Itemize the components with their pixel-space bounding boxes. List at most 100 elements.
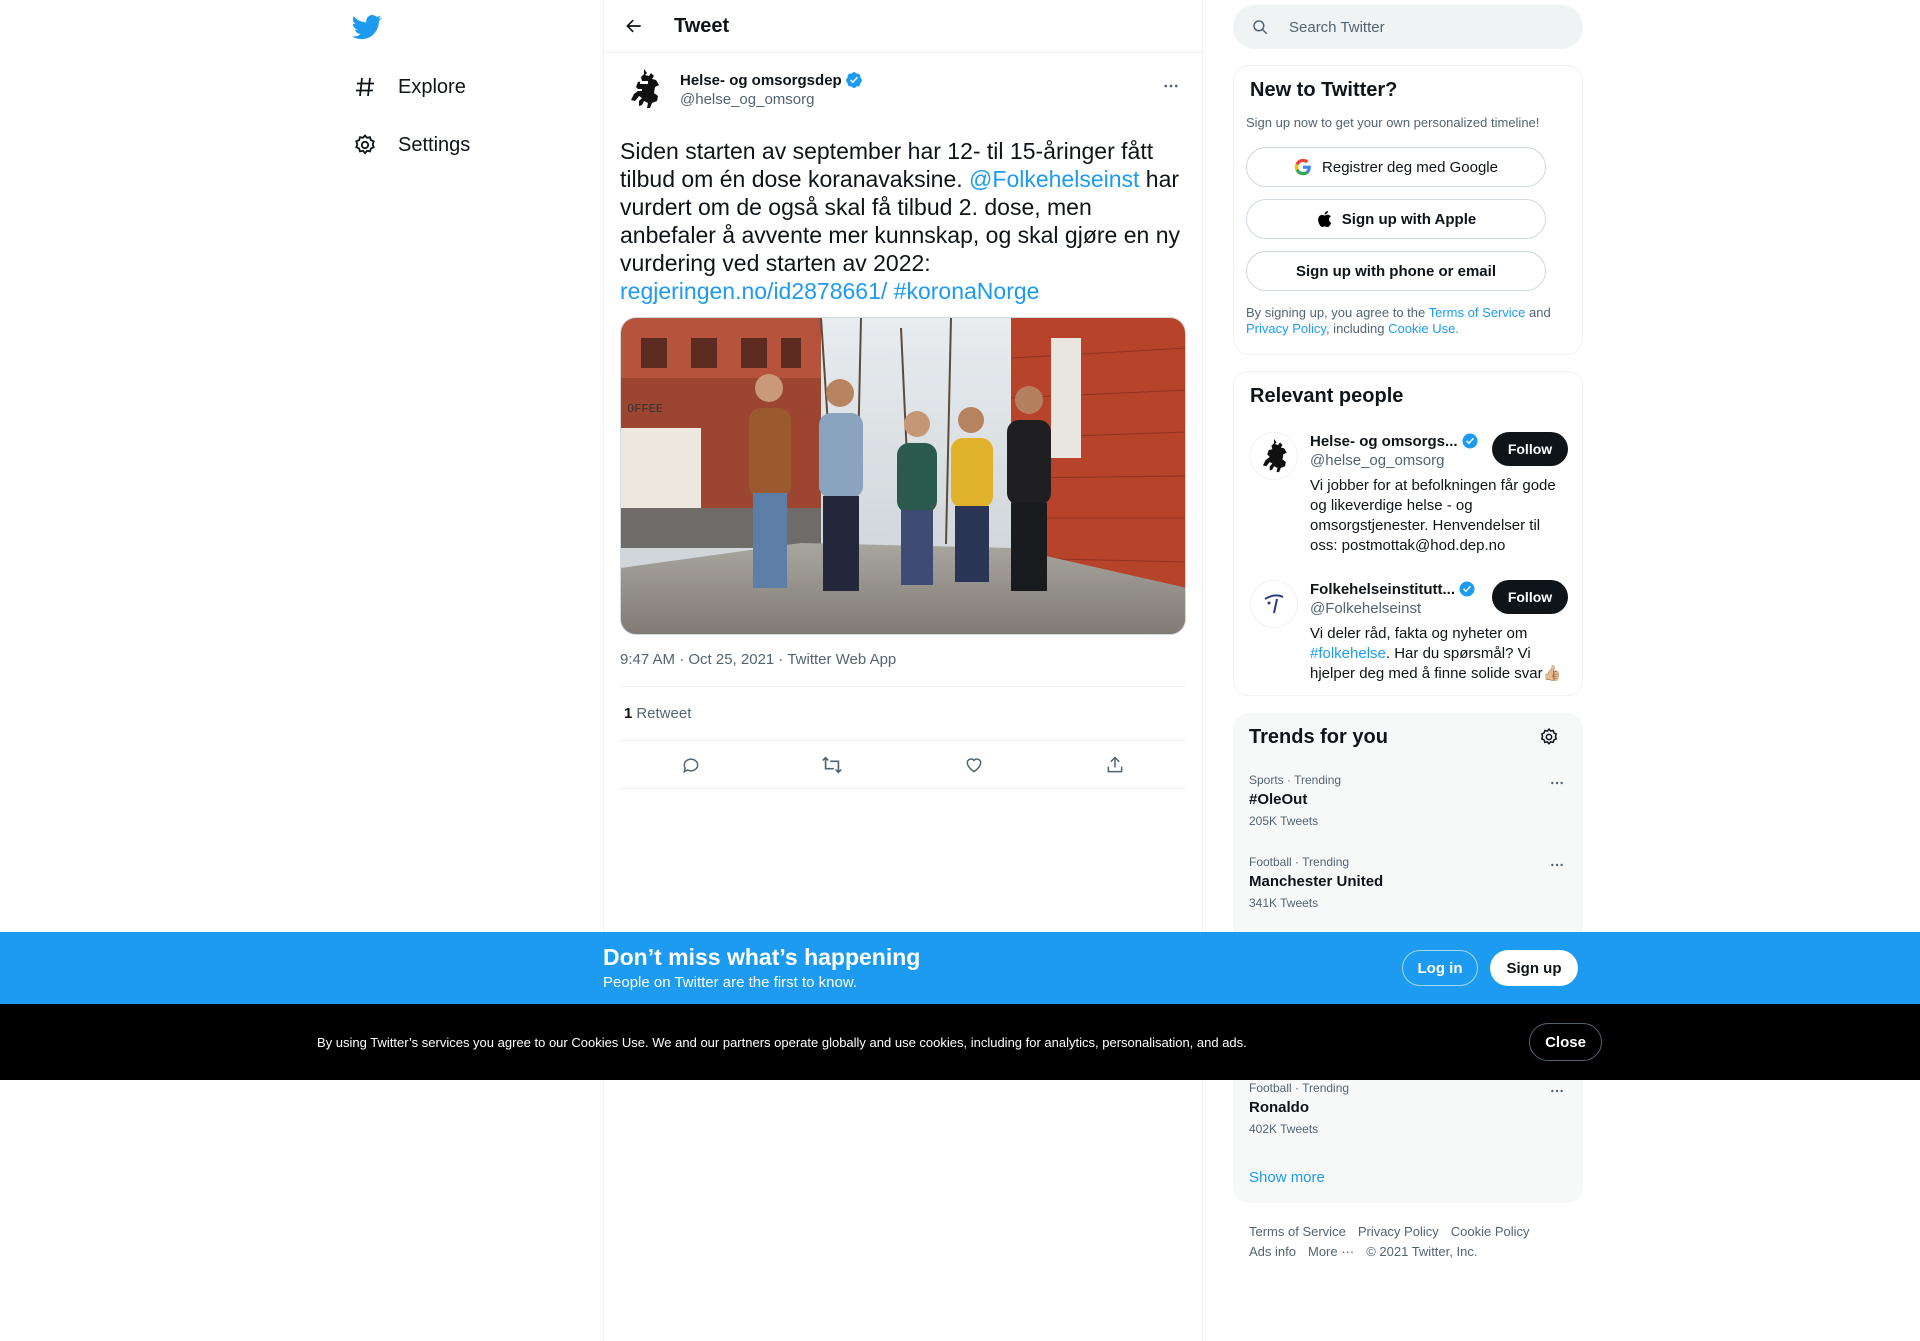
footer-ads-link[interactable]: Ads info: [1249, 1244, 1296, 1259]
new-to-twitter-subtitle: Sign up now to get your own personalized…: [1246, 115, 1540, 130]
retweet-count: 1: [624, 705, 633, 722]
trend-category: Football · Trending: [1249, 855, 1350, 869]
tweet-timestamp[interactable]: 9:47 AM · Oct 25, 2021 · Twitter Web App: [620, 651, 1186, 687]
person-bio: Vi deler råd, fakta og nyheter om #folke…: [1310, 624, 1568, 684]
terms-link[interactable]: Terms of Service: [1429, 305, 1526, 320]
bio-text-1: Vi deler råd, fakta og nyheter om: [1310, 625, 1528, 642]
tweet-actions: [620, 741, 1186, 789]
trend-name: #OleOut: [1249, 791, 1308, 808]
search-box[interactable]: [1233, 5, 1583, 49]
page-title: Tweet: [674, 14, 730, 37]
author-handle: @helse_og_omsorg: [680, 91, 815, 108]
verified-badge-icon: [1459, 581, 1475, 597]
trend-count: 205K Tweets: [1249, 814, 1319, 828]
tweet-stats[interactable]: 1 Retweet: [620, 687, 1186, 741]
share-icon[interactable]: [1097, 747, 1133, 783]
svg-text:OFFEE: OFFEE: [627, 402, 663, 416]
apple-icon: [1316, 210, 1332, 228]
legal-text-1: By signing up, you agree to the: [1246, 305, 1429, 320]
tweet-author: Helse- og omsorgsdep @helse_og_omsorg: [620, 65, 1186, 125]
nav-settings-label: Settings: [398, 133, 471, 156]
hashtag-icon: [352, 74, 378, 100]
trend-category: Sports · Trending: [1249, 773, 1342, 787]
back-arrow-icon[interactable]: [616, 8, 652, 44]
gear-icon: [352, 132, 378, 158]
phone-email-signup-label: Sign up with phone or email: [1295, 262, 1496, 280]
signup-button[interactable]: Sign up: [1490, 950, 1578, 986]
person-handle: @Folkehelseinst: [1310, 600, 1422, 617]
mention-link[interactable]: @Folkehelseinst: [969, 166, 1139, 192]
trend-more-icon[interactable]: [1545, 1081, 1569, 1101]
retweet-icon[interactable]: [814, 747, 850, 783]
legal-text-3: , including: [1325, 321, 1389, 336]
signup-banner-subtext: People on Twitter are the first to know.: [603, 974, 858, 991]
footer-copyright: © 2021 Twitter, Inc.: [1366, 1244, 1478, 1259]
show-more-link[interactable]: Show more: [1249, 1169, 1325, 1186]
author-name-row[interactable]: Helse- og omsorgsdep: [680, 71, 863, 89]
phone-email-signup-button[interactable]: Sign up with phone or email: [1246, 251, 1546, 291]
footer-privacy-link[interactable]: Privacy Policy: [1358, 1224, 1439, 1239]
like-heart-icon[interactable]: [956, 747, 992, 783]
photo-group-of-friends-walking: OFFEE: [621, 318, 1185, 634]
search-input[interactable]: [1289, 18, 1549, 36]
footer-terms-link[interactable]: Terms of Service: [1249, 1224, 1346, 1239]
retweet-label: Retweet: [636, 705, 692, 722]
trend-item[interactable]: Football · Trending Manchester United 34…: [1249, 855, 1569, 925]
apple-signup-button[interactable]: Sign up with Apple: [1246, 199, 1546, 239]
trend-name: Ronaldo: [1249, 1099, 1309, 1116]
trend-item[interactable]: Football · Trending Ronaldo 402K Tweets: [1249, 1081, 1569, 1151]
new-to-twitter-title: New to Twitter?: [1250, 79, 1398, 101]
nav-explore-label: Explore: [398, 75, 466, 98]
signup-legal-text: By signing up, you agree to the Terms of…: [1246, 305, 1566, 337]
login-button[interactable]: Log in: [1402, 950, 1478, 986]
hashtag-link[interactable]: #koronaNorge: [894, 278, 1040, 304]
trend-item[interactable]: Sports · Trending #OleOut 205K Tweets: [1249, 773, 1569, 843]
search-icon: [1253, 20, 1268, 35]
relevant-people-title: Relevant people: [1250, 385, 1404, 407]
trend-count: 402K Tweets: [1249, 1122, 1319, 1136]
tweet: Helse- og omsorgsdep @helse_og_omsorg Si…: [604, 53, 1202, 789]
person-name-row[interactable]: Folkehelseinstitutt...: [1310, 580, 1476, 598]
author-name: Helse- og omsorgsdep: [680, 71, 842, 89]
trend-more-icon[interactable]: [1545, 855, 1569, 875]
google-g-icon: [1294, 158, 1312, 176]
cookie-banner: By using Twitter’s services you agree to…: [0, 1004, 1920, 1080]
signup-banner-heading: Don’t miss what’s happening: [603, 944, 921, 970]
person-avatar[interactable]: [1250, 432, 1298, 480]
reply-icon[interactable]: [673, 747, 709, 783]
person-name: Helse- og omsorgs...: [1310, 432, 1458, 450]
footer-links: Terms of Service Privacy Policy Cookie Pol…: [1249, 1222, 1579, 1262]
url-link[interactable]: regjeringen.no/id2878661/: [620, 278, 887, 304]
author-avatar[interactable]: [620, 65, 668, 113]
cookie-close-button[interactable]: Close: [1529, 1023, 1602, 1061]
trend-count: 341K Tweets: [1249, 896, 1319, 910]
more-options-icon[interactable]: [1156, 71, 1186, 101]
relevant-people-card: Relevant people Helse- og omsorgs... @he…: [1233, 371, 1583, 696]
trends-settings-gear-icon[interactable]: [1537, 725, 1561, 749]
bio-hashtag-link[interactable]: #folkehelse: [1310, 645, 1386, 662]
verified-badge-icon: [1462, 433, 1478, 449]
cookie-use-link[interactable]: Cookie Use.: [1388, 321, 1459, 336]
person-avatar[interactable]: [1250, 580, 1298, 628]
person-bio: Vi jobber for at befolkningen får gode o…: [1310, 477, 1556, 554]
google-signup-button[interactable]: Registrer deg med Google: [1246, 147, 1546, 187]
norway-lion-emblem-icon: [1262, 439, 1287, 473]
verified-badge-icon: [845, 72, 862, 88]
footer-cookie-link[interactable]: Cookie Policy: [1451, 1224, 1530, 1239]
legal-text-2: and: [1525, 305, 1551, 320]
follow-button[interactable]: Follow: [1492, 580, 1568, 614]
person-name-row[interactable]: Helse- og omsorgs...: [1310, 432, 1479, 450]
follow-button[interactable]: Follow: [1492, 432, 1568, 466]
tweet-column: Tweet Helse- og omsorgsdep @helse_og_oms…: [603, 0, 1203, 1341]
nav-settings[interactable]: Settings: [352, 120, 470, 170]
person-name: Folkehelseinstitutt...: [1310, 580, 1456, 598]
apple-signup-label: Sign up with Apple: [1341, 210, 1477, 228]
tweet-photo[interactable]: OFFEE: [620, 317, 1186, 635]
twitter-logo-icon[interactable]: [352, 12, 392, 52]
tweet-header: Tweet: [604, 0, 1202, 53]
trend-more-icon[interactable]: [1545, 773, 1569, 793]
nav-explore[interactable]: Explore: [352, 62, 466, 112]
privacy-link[interactable]: Privacy Policy: [1246, 321, 1326, 336]
footer-more-link[interactable]: More ···: [1308, 1244, 1354, 1259]
cookie-banner-text: By using Twitter’s services you agree to…: [317, 1035, 1247, 1050]
